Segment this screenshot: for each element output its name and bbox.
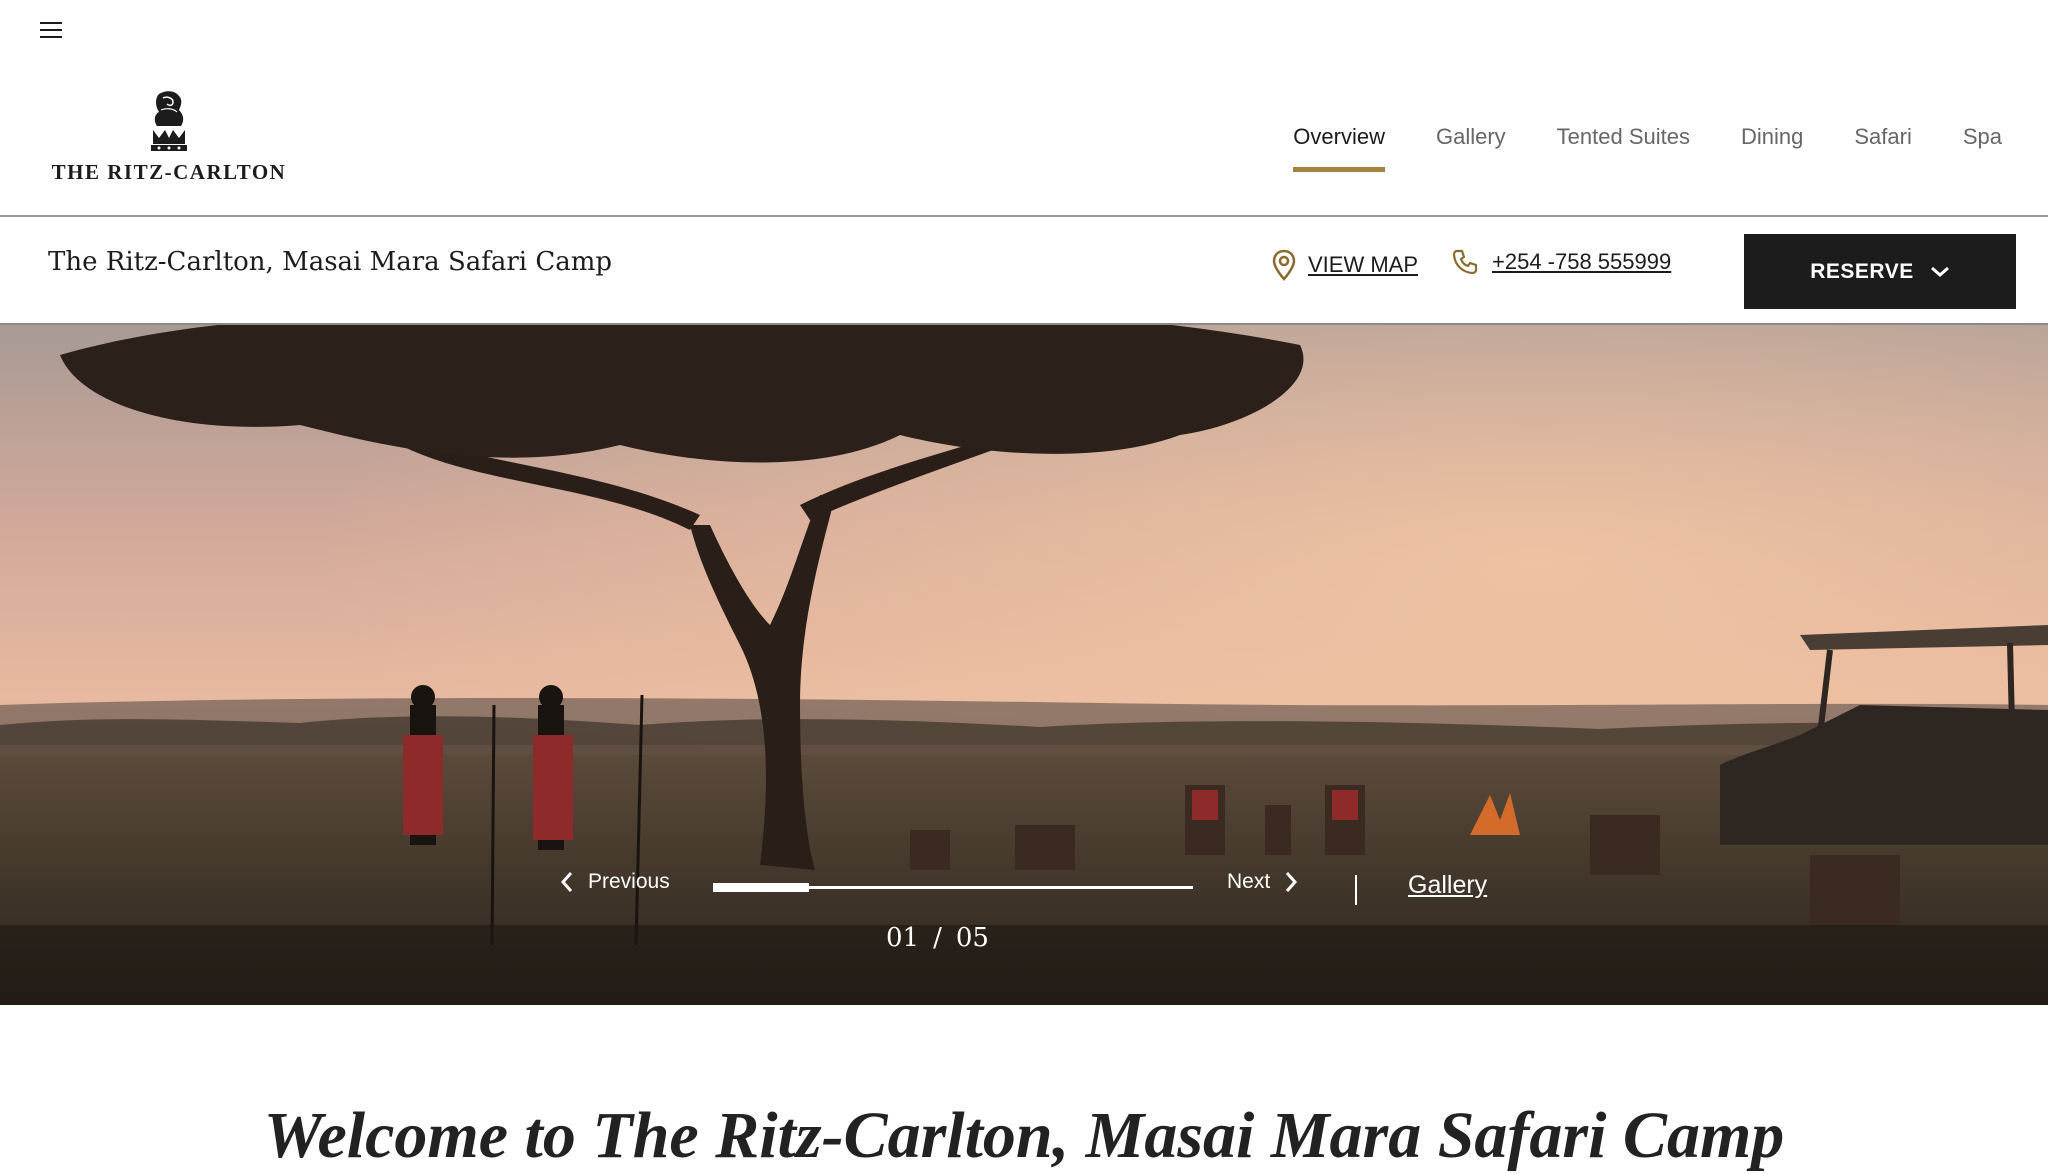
nav-dining[interactable]: Dining xyxy=(1741,124,1803,168)
chevron-right-icon xyxy=(1286,872,1298,892)
slide-total: 05 xyxy=(955,923,989,953)
carousel-controls: Previous Next Gallery 01 / 05 xyxy=(0,325,2048,1005)
top-nav: Overview Gallery Tented Suites Dining Sa… xyxy=(1293,124,2002,172)
view-map-label: VIEW MAP xyxy=(1308,252,1419,277)
nav-gallery[interactable]: Gallery xyxy=(1436,124,1506,168)
nav-spa[interactable]: Spa xyxy=(1963,124,2002,168)
hamburger-menu-icon[interactable] xyxy=(40,22,62,40)
property-bar: The Ritz-Carlton, Masai Mara Safari Camp… xyxy=(0,217,2048,323)
slide-progress-fill xyxy=(713,883,809,892)
phone-icon xyxy=(1452,249,1478,275)
slide-separator: / xyxy=(933,923,942,953)
logo-wordmark: THE RITZ-CARLTON xyxy=(51,160,287,184)
gallery-link[interactable]: Gallery xyxy=(1408,871,1487,900)
slide-counter: 01 / 05 xyxy=(886,923,989,953)
reserve-button[interactable]: RESERVE xyxy=(1744,234,2016,309)
ritz-carlton-logo[interactable]: THE RITZ-CARLTON xyxy=(48,90,290,194)
next-label: Next xyxy=(1227,870,1271,893)
phone-number: +254 -758 555999 xyxy=(1492,249,1672,274)
slide-current: 01 xyxy=(886,923,920,953)
slide-progress-bar[interactable] xyxy=(713,883,1193,892)
view-map-link[interactable]: VIEW MAP xyxy=(1272,249,1418,281)
map-pin-icon xyxy=(1272,249,1296,281)
welcome-heading: Welcome to The Ritz-Carlton, Masai Mara … xyxy=(263,1099,1785,1172)
chevron-left-icon xyxy=(560,872,573,892)
hero-carousel: Previous Next Gallery 01 / 05 xyxy=(0,325,2048,1005)
controls-separator xyxy=(1355,875,1357,905)
previous-button[interactable]: Previous xyxy=(560,870,670,894)
previous-label: Previous xyxy=(588,870,670,893)
lion-crown-icon xyxy=(151,91,187,151)
nav-safari[interactable]: Safari xyxy=(1854,124,1911,168)
phone-link[interactable]: +254 -758 555999 xyxy=(1452,249,1671,275)
nav-overview[interactable]: Overview xyxy=(1293,124,1385,172)
reserve-label: RESERVE xyxy=(1810,259,1914,283)
nav-tented-suites[interactable]: Tented Suites xyxy=(1557,124,1690,168)
next-button[interactable]: Next xyxy=(1227,870,1298,894)
chevron-down-icon xyxy=(1930,266,1949,277)
property-name: The Ritz-Carlton, Masai Mara Safari Camp xyxy=(48,247,613,277)
